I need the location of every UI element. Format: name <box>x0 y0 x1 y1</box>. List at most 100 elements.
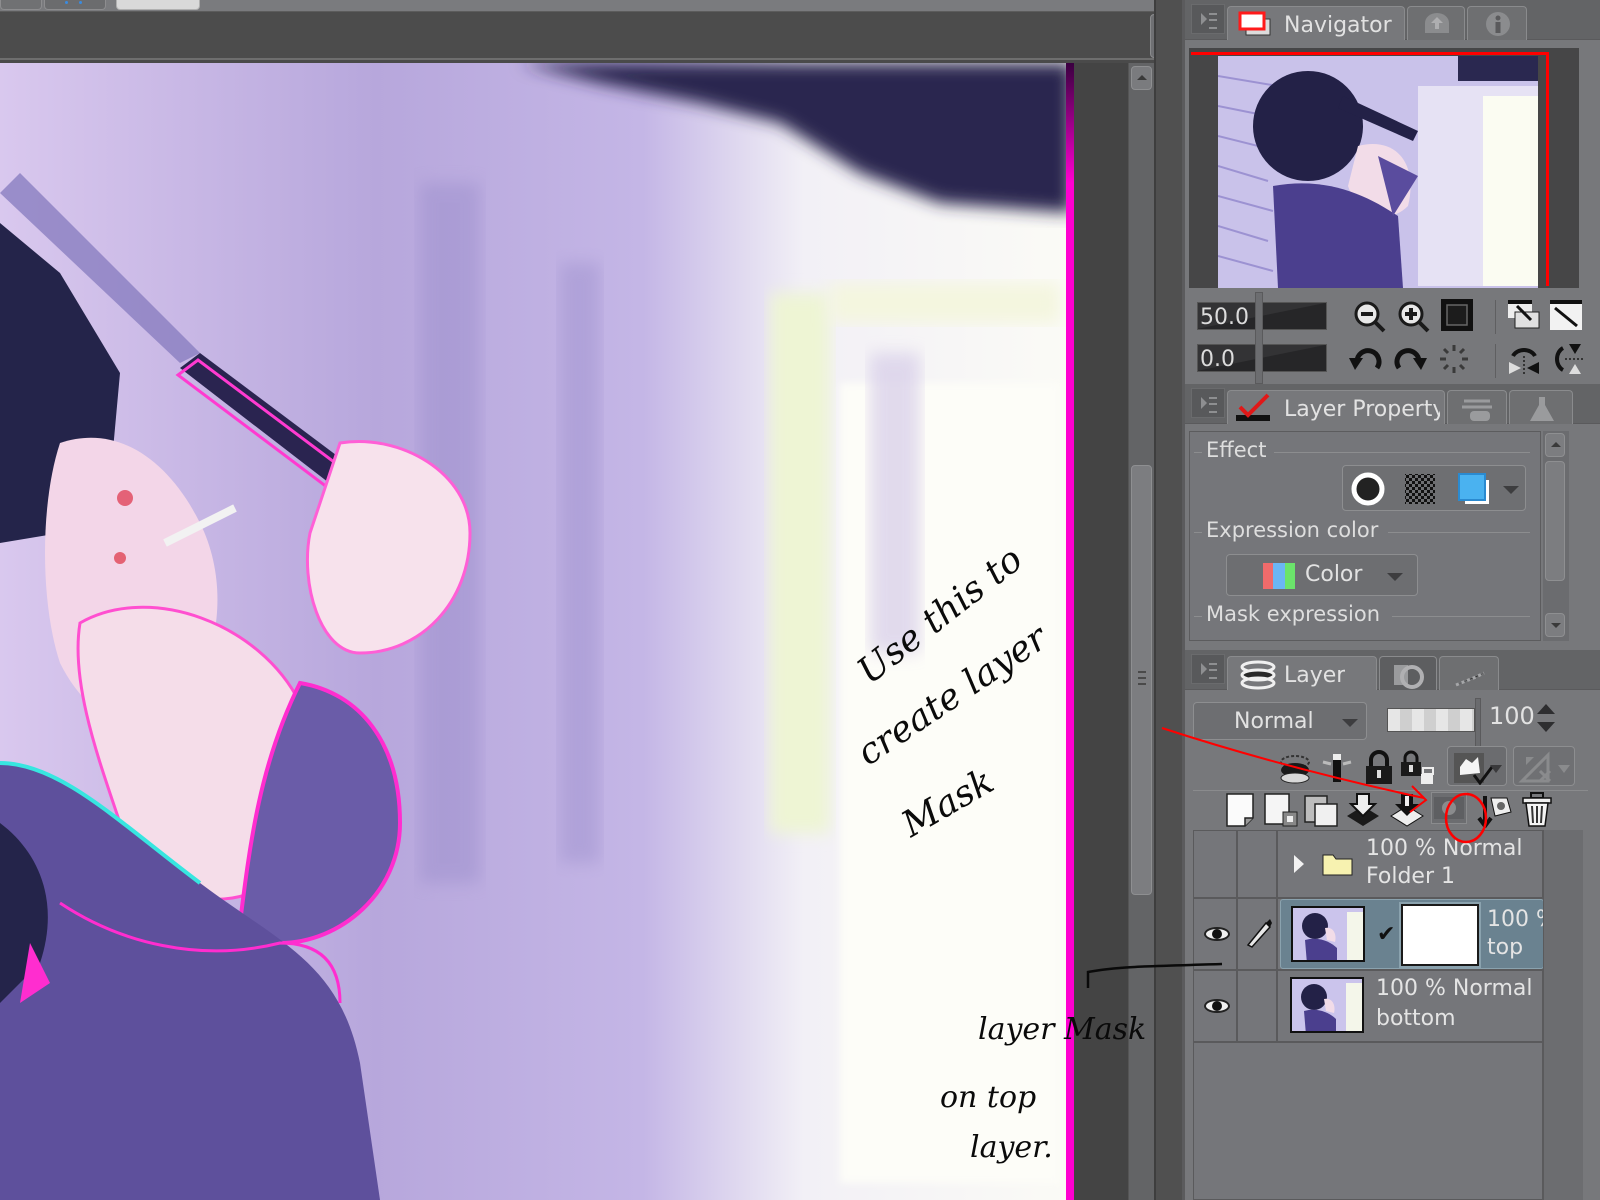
actual-pixels-icon[interactable] <box>1507 298 1541 332</box>
new-vector-layer-icon[interactable] <box>1263 792 1299 828</box>
layer-info[interactable]: 100 % Normal bottom <box>1280 971 1544 1041</box>
layer-list-scrollbar[interactable] <box>1543 830 1583 1200</box>
merge-with-lower-layer-icon[interactable] <box>1389 792 1425 828</box>
tab-auto-action[interactable] <box>1509 390 1573 424</box>
canvas-edge-guide <box>1066 63 1074 1200</box>
set-as-reference-button[interactable] <box>1513 746 1575 786</box>
layer-actions-toolbar <box>1185 784 1600 828</box>
apply-mask-to-layer-icon[interactable] <box>1477 792 1513 828</box>
layer-panel: Layer Normal 100 100 % Normal Folder 1 ✔… <box>1182 650 1600 1200</box>
clip-studio-window: Navigator 50.0 0.0 Layer Property Effect… <box>0 0 1600 1200</box>
scrollbar-thumb[interactable] <box>1545 461 1565 581</box>
section-divider <box>1392 616 1530 617</box>
tab-animation-cels[interactable] <box>1379 656 1437 690</box>
layer-info[interactable]: 100 % Normal Folder 1 <box>1280 831 1544 897</box>
delete-layer-icon[interactable] <box>1519 792 1555 828</box>
expression-color-label: Expression color <box>1206 518 1379 542</box>
fit-width-icon[interactable] <box>1549 298 1583 332</box>
grip-icon <box>1138 671 1146 685</box>
tab-sub-view[interactable] <box>1407 6 1465 40</box>
scroll-down-button[interactable] <box>1545 613 1565 637</box>
scrollbar-thumb[interactable] <box>1131 465 1152 895</box>
canvas-vertical-scrollbar[interactable] <box>1128 63 1154 1200</box>
layer-row-bottom[interactable]: 100 % Normal bottom <box>1194 971 1544 1043</box>
flip-horizontal-icon[interactable] <box>1507 342 1541 376</box>
document-tab[interactable] <box>0 0 42 10</box>
panel-menu-button[interactable] <box>1191 4 1225 34</box>
panel-splitter[interactable] <box>1154 0 1182 1200</box>
scroll-up-button[interactable] <box>1131 66 1152 90</box>
tab-info[interactable] <box>1467 6 1527 40</box>
opacity-value[interactable]: 100 <box>1489 702 1535 730</box>
canvas-artwork[interactable] <box>0 63 1072 1200</box>
reset-rotation-icon[interactable] <box>1437 342 1471 376</box>
layer-property-scrollbar[interactable] <box>1543 431 1569 641</box>
flip-vertical-icon[interactable] <box>1549 342 1583 376</box>
lock-transparent-pixels-icon[interactable] <box>1399 750 1435 786</box>
effect-button-group <box>1342 465 1526 511</box>
layer-edit-target[interactable] <box>1238 831 1278 897</box>
layer-mask-thumbnail[interactable] <box>1399 902 1481 968</box>
blend-mode-dropdown[interactable]: Normal <box>1193 702 1367 740</box>
auto-action-icon <box>1530 397 1554 421</box>
clip-to-layer-below-button[interactable] <box>1447 746 1507 786</box>
fit-to-screen-icon[interactable] <box>1440 298 1474 332</box>
sub-view-icon <box>1425 13 1449 33</box>
expand-folder-icon[interactable] <box>1294 855 1304 873</box>
blend-mode-value: Normal <box>1234 709 1314 734</box>
layer-property-tab-bar: Layer Property <box>1185 384 1600 424</box>
lock-layer-icon[interactable] <box>1361 750 1397 786</box>
rotate-right-icon[interactable] <box>1393 342 1427 376</box>
layer-visibility-toggle[interactable] <box>1194 831 1238 897</box>
border-effect-icon[interactable] <box>1351 472 1385 506</box>
layer-color-dropdown-arrow[interactable] <box>1503 486 1519 494</box>
expression-color-value: Color <box>1305 562 1363 587</box>
tab-layer-property[interactable]: Layer Property <box>1227 390 1445 424</box>
opacity-decrease-button[interactable] <box>1537 722 1555 732</box>
tab-navigator[interactable]: Navigator <box>1227 6 1405 40</box>
layer-row-folder[interactable]: 100 % Normal Folder 1 <box>1194 831 1544 899</box>
reference-layer-icon[interactable] <box>1319 750 1355 786</box>
layer-color-icon[interactable] <box>1457 472 1491 506</box>
layer-edit-target[interactable] <box>1238 899 1278 969</box>
layer-property-icon <box>1236 393 1270 421</box>
expression-color-dropdown[interactable]: Color <box>1226 554 1418 596</box>
thumbnail-image <box>1293 908 1363 960</box>
zoom-in-icon[interactable] <box>1397 300 1431 334</box>
layer-row-top[interactable]: ✔ 100 % top <box>1194 899 1557 971</box>
opacity-slider[interactable] <box>1387 708 1475 732</box>
opacity-increase-button[interactable] <box>1537 704 1555 714</box>
opacity-slider-handle[interactable] <box>1475 698 1481 752</box>
layer-info[interactable]: ✔ 100 % top <box>1280 899 1557 969</box>
document-tab[interactable] <box>44 0 106 10</box>
panel-menu-button[interactable] <box>1191 388 1225 418</box>
new-raster-layer-icon[interactable] <box>1223 792 1259 828</box>
panel-menu-button[interactable] <box>1191 654 1225 684</box>
layer-thumbnail <box>1290 977 1364 1033</box>
dropdown-arrow-icon <box>1342 719 1358 727</box>
create-layer-mask-button[interactable] <box>1431 792 1467 824</box>
divider <box>1495 344 1496 378</box>
canvas-area[interactable] <box>0 63 1130 1200</box>
layer-edit-target[interactable] <box>1238 971 1278 1041</box>
tone-icon[interactable] <box>1403 472 1437 506</box>
layer-visibility-toggle[interactable] <box>1194 899 1238 969</box>
zoom-out-icon[interactable] <box>1353 300 1387 334</box>
layer-name: top <box>1487 935 1524 960</box>
layer-name: bottom <box>1376 1006 1456 1031</box>
draft-layer-icon[interactable] <box>1277 750 1313 786</box>
transfer-to-lower-layer-icon[interactable] <box>1345 792 1381 828</box>
new-folder-icon[interactable] <box>1303 792 1339 828</box>
layer-tab-bar: Layer <box>1185 650 1600 690</box>
navigator-preview[interactable] <box>1189 48 1579 288</box>
mask-link-checkmark-icon[interactable]: ✔ <box>1377 922 1395 947</box>
tab-layer-search[interactable] <box>1447 390 1507 424</box>
tab-layer[interactable]: Layer <box>1227 656 1377 690</box>
navigator-view-frame[interactable] <box>1191 52 1549 286</box>
scroll-up-button[interactable] <box>1545 433 1565 457</box>
layer-visibility-toggle[interactable] <box>1194 971 1238 1041</box>
document-tab-active[interactable] <box>116 0 200 10</box>
rotate-left-icon[interactable] <box>1349 342 1383 376</box>
tab-timeline[interactable] <box>1439 656 1499 690</box>
slider-handle[interactable] <box>1255 292 1263 384</box>
